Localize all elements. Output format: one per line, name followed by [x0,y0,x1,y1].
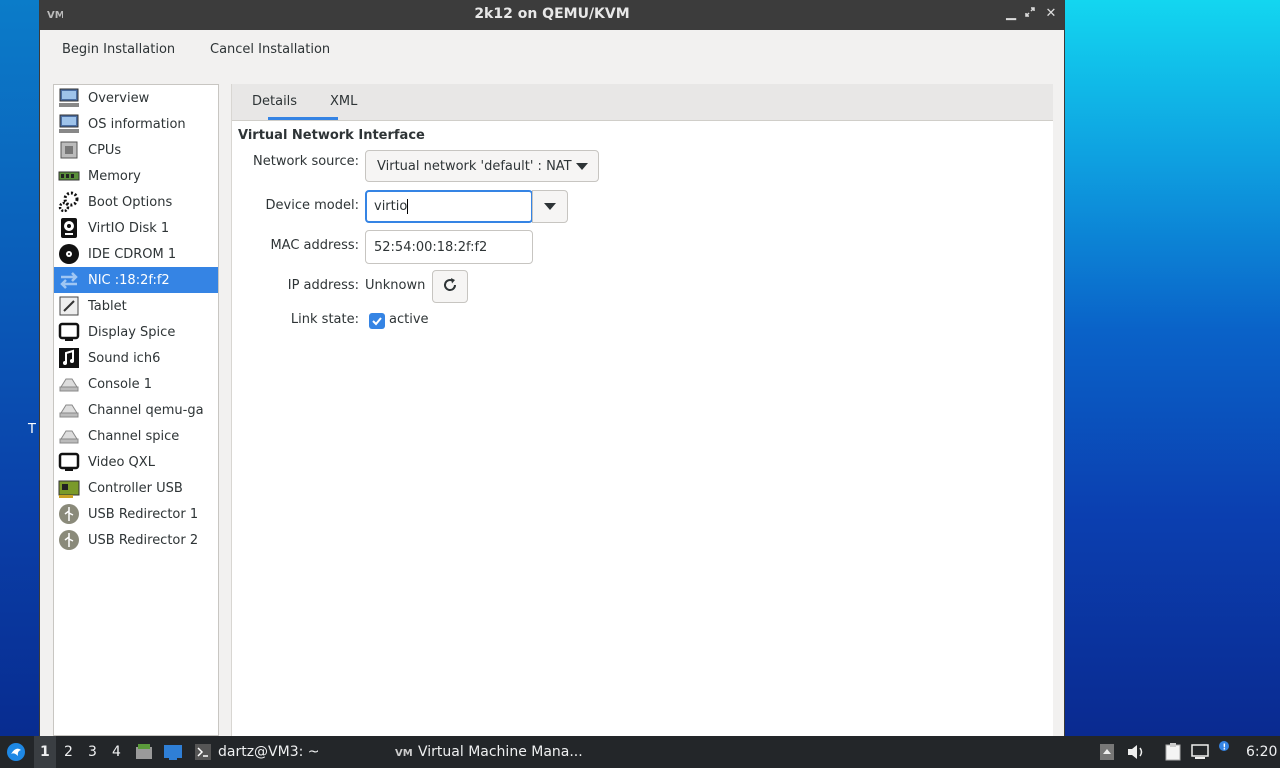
desktop-background-right [1065,0,1280,736]
hardware-list: Overview OS information CPUs Memory Boot… [53,84,219,736]
svg-text:VM: VM [395,748,413,758]
section-title: Virtual Network Interface [238,128,425,143]
tablet-icon [56,295,82,317]
sound-icon [56,347,82,369]
sidebar-item-os-information[interactable]: OS information [54,111,218,137]
serial-icon [56,425,82,447]
workspace-1[interactable]: 1 [40,744,50,760]
chevron-down-icon [544,203,556,210]
vm-details-window: VM 2k12 on QEMU/KVM ▁ ✕ Begin Installati… [39,0,1065,736]
device-model-input[interactable]: virtio [365,190,533,223]
file-manager-icon[interactable] [135,743,153,765]
window-title: 2k12 on QEMU/KVM [474,6,630,22]
sidebar-item-display-spice[interactable]: Display Spice [54,319,218,345]
window-titlebar[interactable]: VM 2k12 on QEMU/KVM ▁ ✕ [40,0,1064,30]
refresh-ip-button[interactable] [432,270,468,303]
workspace-2[interactable]: 2 [64,744,73,760]
desktop-stray-text: T [28,422,36,437]
chevron-down-icon [576,163,588,170]
sidebar-item-boot-options[interactable]: Boot Options [54,189,218,215]
taskbar: 1 2 3 4 dartz@VM3: ~ VM Virtual Machine … [0,736,1280,768]
gears-icon [56,191,82,213]
mac-address-field[interactable]: 52:54:00:18:2f:f2 [365,230,533,264]
sidebar-item-usb-redirector-1[interactable]: USB Redirector 1 [54,501,218,527]
notification-icon[interactable]: ! [1216,740,1232,764]
virt-manager-task[interactable]: Virtual Machine Mana... [418,744,583,760]
clock[interactable]: 6:20 [1246,744,1277,760]
sidebar-item-channel-spice[interactable]: Channel spice [54,423,218,449]
cdrom-icon [56,243,82,265]
disk-icon [56,217,82,239]
display-icon [56,321,82,343]
usb-icon [56,503,82,525]
desktop-icon[interactable] [163,743,183,765]
device-model-label: Device model: [265,198,359,213]
begin-installation-button[interactable]: Begin Installation [62,42,175,57]
checkmark-icon [372,317,382,326]
volume-icon[interactable] [1127,744,1145,764]
network-source-label: Network source: [253,154,359,169]
workspace-4[interactable]: 4 [112,744,121,760]
sidebar-item-usb-redirector-2[interactable]: USB Redirector 2 [54,527,218,553]
serial-icon [56,399,82,421]
network-source-dropdown[interactable]: Virtual network 'default' : NAT [365,150,599,182]
sidebar-item-virtio-disk[interactable]: VirtIO Disk 1 [54,215,218,241]
controller-card-icon [56,477,82,499]
refresh-icon [441,276,459,298]
sidebar-item-video-qxl[interactable]: Video QXL [54,449,218,475]
link-state-label: Link state: [290,312,359,327]
sidebar-item-controller-usb[interactable]: Controller USB [54,475,218,501]
desktop-background-left [0,0,39,736]
tab-bar: Details XML [232,84,1053,121]
minimize-icon[interactable]: ▁ [1002,5,1020,23]
toolbar: Begin Installation Cancel Installation [40,30,1064,76]
sidebar-item-memory[interactable]: Memory [54,163,218,189]
serial-icon [56,373,82,395]
start-menu-icon[interactable] [6,742,26,766]
mac-address-label: MAC address: [270,238,359,253]
sidebar-item-channel-qemu-ga[interactable]: Channel qemu-ga [54,397,218,423]
cancel-installation-button[interactable]: Cancel Installation [210,42,330,57]
usb-icon [56,529,82,551]
sidebar-item-console[interactable]: Console 1 [54,371,218,397]
network-tray-icon[interactable] [1191,744,1209,764]
monitor-icon [56,87,82,109]
sidebar-item-overview[interactable]: Overview [54,85,218,111]
close-icon[interactable]: ✕ [1042,5,1060,23]
active-tab-indicator [268,117,338,120]
workspace-3[interactable]: 3 [88,744,97,760]
network-arrows-icon [56,269,82,291]
ip-address-label: IP address: [287,278,359,293]
text-cursor [407,199,409,214]
display-icon [56,451,82,473]
svg-text:!: ! [1223,743,1227,752]
terminal-icon [195,744,211,764]
restore-icon[interactable] [1021,5,1039,23]
sidebar-item-ide-cdrom[interactable]: IDE CDROM 1 [54,241,218,267]
clipboard-icon[interactable] [1164,743,1182,765]
sidebar-item-sound[interactable]: Sound ich6 [54,345,218,371]
memory-icon [56,165,82,187]
sidebar-item-cpus[interactable]: CPUs [54,137,218,163]
tab-xml[interactable]: XML [330,94,357,109]
link-state-checkbox[interactable] [369,313,385,329]
monitor-info-icon [56,113,82,135]
tab-details[interactable]: Details [252,94,297,109]
link-state-value[interactable]: active [389,312,429,327]
ip-address-value: Unknown [365,278,426,293]
tray-arrow-up-icon[interactable] [1100,744,1114,764]
terminal-task[interactable]: dartz@VM3: ~ [218,744,320,760]
device-model-dropdown-button[interactable] [532,190,568,223]
sidebar-item-nic[interactable]: NIC :18:2f:f2 [54,267,218,293]
network-source-value: Virtual network 'default' : NAT [377,158,572,174]
virt-manager-task-icon: VM [395,746,415,762]
cpu-chip-icon [56,139,82,161]
details-pane: Details XML Virtual Network Interface Ne… [231,84,1053,736]
sidebar-item-tablet[interactable]: Tablet [54,293,218,319]
